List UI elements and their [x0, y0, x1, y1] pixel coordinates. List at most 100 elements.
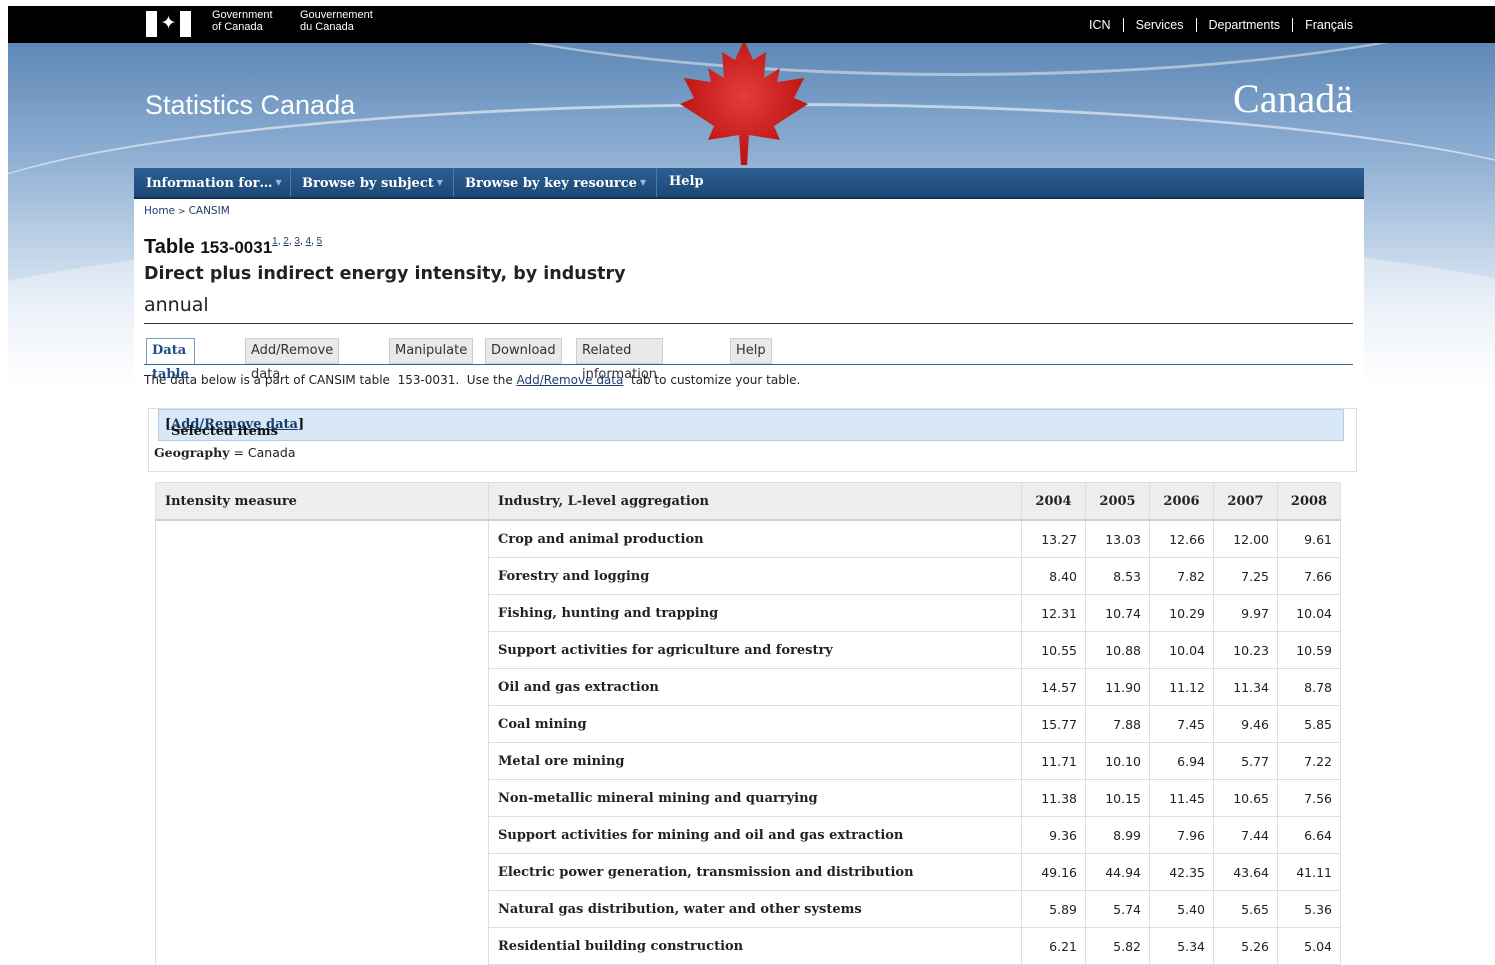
breadcrumb-cansim[interactable]: CANSIM — [189, 205, 230, 217]
breadcrumb-home[interactable]: Home — [144, 205, 175, 217]
footnote-links: 1, 2, 3, 4, 5 — [272, 236, 323, 247]
tab-data-table[interactable]: Data table — [146, 338, 195, 382]
value-cell: 15.77 — [1021, 705, 1086, 743]
tab-help[interactable]: Help — [730, 338, 772, 364]
value-cell: 5.89 — [1021, 890, 1086, 928]
value-cell: 5.65 — [1213, 890, 1278, 928]
value-cell: 5.04 — [1277, 927, 1341, 965]
nav-label: Information for… — [146, 176, 273, 191]
table-number: 153-0031 — [200, 238, 273, 257]
intensity-measure-cell — [155, 594, 489, 632]
intro-text-start: The data below is a part of CANSIM table… — [144, 373, 517, 387]
federal-identity-bar: ✦ Government of Canada Gouvernement du C… — [8, 6, 1495, 43]
intensity-measure-cell — [155, 668, 489, 706]
value-cell: 7.56 — [1277, 779, 1341, 817]
chevron-down-icon: ▼ — [436, 177, 443, 187]
fip-link-departments[interactable]: Departments — [1195, 18, 1293, 32]
value-cell: 10.65 — [1213, 779, 1278, 817]
geography-label: Geography — [154, 445, 230, 460]
industry-cell: Metal ore mining — [488, 742, 1022, 780]
table-row: Support activities for agriculture and f… — [155, 631, 1341, 669]
industry-cell: Fishing, hunting and trapping — [488, 594, 1022, 632]
fip-link-services[interactable]: Services — [1122, 18, 1196, 32]
industry-cell: Forestry and logging — [488, 557, 1022, 595]
table-header-row: Intensity measure Industry, L-level aggr… — [155, 482, 1341, 521]
value-cell: 7.66 — [1277, 557, 1341, 595]
value-cell: 5.26 — [1213, 927, 1278, 965]
column-header-year: 2006 — [1149, 482, 1214, 521]
add-remove-data-link[interactable]: Add/Remove data — [517, 373, 624, 387]
table-row: Crop and animal production 13.27 13.03 12.6… — [155, 519, 1341, 558]
nav-help[interactable]: Help — [669, 168, 704, 197]
canada-wordmark: Canadä — [1233, 76, 1353, 121]
fip-links: ICN Services Departments Français — [1077, 18, 1353, 32]
industry-cell: Residential building construction — [488, 927, 1022, 965]
geography-value: = Canada — [233, 445, 296, 460]
tab-manipulate[interactable]: Manipulate — [389, 338, 474, 364]
intensity-measure-cell — [155, 742, 489, 780]
value-cell: 7.25 — [1213, 557, 1278, 595]
value-cell: 6.64 — [1277, 816, 1341, 854]
breadcrumb-separator-icon: > — [178, 207, 186, 217]
footnote-link[interactable]: 5 — [317, 236, 323, 247]
nav-browse-by-key-resource[interactable]: Browse by key resource ▼ — [465, 168, 646, 197]
value-cell: 5.36 — [1277, 890, 1341, 928]
industry-cell: Electric power generation, transmission … — [488, 853, 1022, 891]
tabs-divider — [144, 364, 1353, 365]
value-cell: 11.90 — [1085, 668, 1150, 706]
fip-link-francais[interactable]: Français — [1292, 18, 1353, 32]
footnote-link[interactable]: 2 — [283, 236, 289, 247]
value-cell: 7.45 — [1149, 705, 1214, 743]
industry-cell: Crop and animal production — [488, 519, 1022, 558]
site-title[interactable]: Statistics Canada — [145, 89, 355, 121]
value-cell: 7.88 — [1085, 705, 1150, 743]
intensity-measure-cell — [155, 631, 489, 669]
table-row: Metal ore mining 11.71 10.10 6.94 5.77 7.22 — [155, 742, 1341, 780]
value-cell: 5.34 — [1149, 927, 1214, 965]
value-cell: 10.59 — [1277, 631, 1341, 669]
intensity-measure-cell — [155, 927, 489, 965]
footnote-link[interactable]: 1 — [272, 236, 278, 247]
value-cell: 10.88 — [1085, 631, 1150, 669]
selected-items-panel: Selected items [Add/Remove data] Geograp… — [148, 408, 1357, 472]
nav-label: Browse by subject — [302, 176, 434, 191]
value-cell: 7.22 — [1277, 742, 1341, 780]
canada-flag-icon: ✦ — [146, 11, 191, 37]
data-table: Intensity measure Industry, L-level aggr… — [155, 482, 1341, 965]
main-content: Information for… ▼ Browse by subject ▼ Bro… — [134, 168, 1364, 965]
value-cell: 8.40 — [1021, 557, 1086, 595]
value-cell: 5.82 — [1085, 927, 1150, 965]
value-cell: 6.94 — [1149, 742, 1214, 780]
value-cell: 12.66 — [1149, 519, 1214, 558]
value-cell: 8.78 — [1277, 668, 1341, 706]
value-cell: 5.77 — [1213, 742, 1278, 780]
fip-link-icn[interactable]: ICN — [1077, 18, 1123, 32]
nav-information-for[interactable]: Information for… ▼ — [146, 168, 282, 197]
tab-add-remove-data[interactable]: Add/Remove data — [245, 338, 340, 382]
table-row: Forestry and logging 8.40 8.53 7.82 7.25 7.66 — [155, 557, 1341, 595]
main-nav: Information for… ▼ Browse by subject ▼ Bro… — [134, 168, 1364, 199]
industry-cell: Coal mining — [488, 705, 1022, 743]
intensity-measure-cell — [155, 853, 489, 891]
column-header-year: 2007 — [1213, 482, 1278, 521]
value-cell: 10.23 — [1213, 631, 1278, 669]
column-header-year: 2005 — [1085, 482, 1150, 521]
value-cell: 5.74 — [1085, 890, 1150, 928]
column-header-intensity-measure: Intensity measure — [155, 482, 489, 521]
nav-browse-by-subject[interactable]: Browse by subject ▼ — [302, 168, 443, 197]
tab-download[interactable]: Download — [485, 338, 562, 364]
value-cell: 44.94 — [1085, 853, 1150, 891]
value-cell: 5.85 — [1277, 705, 1341, 743]
industry-cell: Support activities for mining and oil an… — [488, 816, 1022, 854]
footnote-link[interactable]: 3 — [294, 236, 300, 247]
value-cell: 41.11 — [1277, 853, 1341, 891]
value-cell: 11.12 — [1149, 668, 1214, 706]
intro-text: The data below is a part of CANSIM table… — [144, 373, 800, 387]
value-cell: 10.04 — [1149, 631, 1214, 669]
tab-related-information[interactable]: Related information — [576, 338, 664, 382]
table-row: Coal mining 15.77 7.88 7.45 9.46 5.85 — [155, 705, 1341, 743]
footnote-link[interactable]: 4 — [306, 236, 312, 247]
table-row: Fishing, hunting and trapping 12.31 10.74 1… — [155, 594, 1341, 632]
frequency-subtitle: annual — [144, 294, 209, 316]
value-cell: 11.38 — [1021, 779, 1086, 817]
